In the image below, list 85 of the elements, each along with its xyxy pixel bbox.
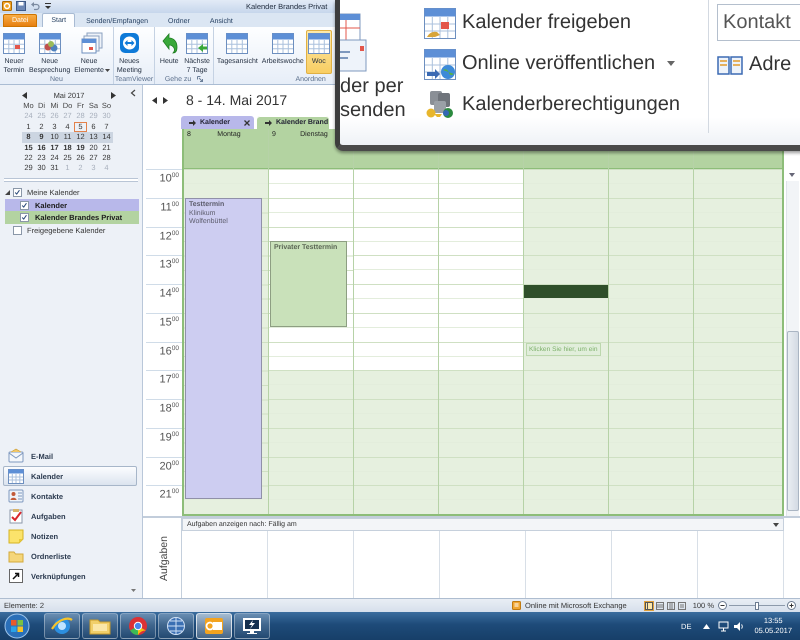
dropdown-caret-icon <box>104 69 110 74</box>
publish-calendar-button[interactable]: Online veröffentlichen <box>424 43 708 84</box>
network-icon[interactable] <box>718 620 730 632</box>
new-meeting-icon <box>38 32 61 54</box>
next-month-icon[interactable] <box>110 92 116 99</box>
time-label: 14$^{00}$ <box>160 287 179 300</box>
checkbox[interactable] <box>20 200 29 210</box>
previous-month-icon[interactable] <box>22 92 27 99</box>
tasks-icon <box>8 508 24 524</box>
checkbox[interactable] <box>13 188 22 198</box>
publish-icon <box>424 48 456 80</box>
checkbox[interactable] <box>13 226 22 235</box>
view-button[interactable] <box>644 600 654 611</box>
taskbar-button[interactable] <box>234 613 270 640</box>
scrollbar[interactable] <box>786 181 799 516</box>
save-icon[interactable] <box>16 1 26 12</box>
taskbar-button[interactable] <box>82 613 118 640</box>
start-button[interactable] <box>2 612 32 640</box>
dialog-launcher-icon[interactable] <box>197 76 204 82</box>
taskbar-button[interactable] <box>196 613 232 640</box>
shortcuts-icon <box>8 568 24 584</box>
time-label: 11$^{00}$ <box>160 201 179 214</box>
address-book-button[interactable]: Adre <box>717 53 800 76</box>
view-button[interactable] <box>654 600 665 611</box>
teamviewer-meeting-icon <box>118 32 140 54</box>
previous-week-icon[interactable] <box>152 96 157 104</box>
time-label: 17$^{00}$ <box>160 373 179 386</box>
time-slot[interactable] <box>524 284 608 298</box>
time-label: 16$^{00}$ <box>160 345 179 358</box>
reading-view-icon <box>654 600 665 611</box>
normal-view-icon <box>644 600 654 611</box>
time-label: 10$^{00}$ <box>160 172 179 185</box>
checkbox[interactable] <box>20 213 29 222</box>
overlay-arrow-icon <box>189 120 196 126</box>
list-view-icon <box>676 600 687 611</box>
configure-menu-icon[interactable] <box>131 589 136 592</box>
share-icon <box>424 6 456 38</box>
week-view-icon <box>308 32 330 54</box>
time-label: 18$^{00}$ <box>160 402 179 415</box>
exchange-icon <box>512 601 521 610</box>
zoom-slider[interactable] <box>729 602 785 610</box>
time-label: 19$^{00}$ <box>160 431 179 444</box>
expand-arrow-icon[interactable] <box>5 190 10 196</box>
taskbar-button[interactable] <box>158 613 194 640</box>
new-items-icon <box>81 32 104 54</box>
zoom-in-icon[interactable] <box>787 601 796 610</box>
time-label: 21$^{00}$ <box>160 488 179 501</box>
contacts-icon <box>8 488 24 504</box>
show-hidden-icons[interactable] <box>703 624 710 629</box>
calendar-icon <box>8 468 24 484</box>
next-7-days-icon <box>186 32 208 54</box>
address-book-icon <box>717 54 743 76</box>
notes-icon <box>8 528 24 544</box>
zoom-slider-thumb[interactable] <box>755 602 759 610</box>
time-label: 15$^{00}$ <box>160 316 179 329</box>
taskbar-button[interactable] <box>120 613 156 640</box>
dropdown-caret-icon <box>667 61 676 66</box>
new-appointment-icon <box>3 32 25 54</box>
permissions-icon <box>424 88 456 120</box>
time-label: 12$^{00}$ <box>160 230 179 243</box>
work-week-view-icon <box>272 32 294 54</box>
contact-search-field[interactable]: Kontakt <box>717 4 800 41</box>
tasks-label: Aufgaben <box>158 536 170 581</box>
outlook-icon[interactable] <box>2 1 12 12</box>
taskbar-button[interactable] <box>44 613 80 640</box>
volume-icon[interactable] <box>733 620 744 632</box>
next-week-icon[interactable] <box>163 96 168 104</box>
time-label: 13$^{00}$ <box>160 258 179 271</box>
date-range-title: 8 - 14. Mai 2017 <box>186 92 288 108</box>
overlay-arrow-icon <box>264 120 272 126</box>
undo-icon[interactable] <box>30 1 40 12</box>
permissions-calendar-button[interactable]: Kalenderberechtigungen <box>424 84 708 125</box>
mail-icon <box>8 448 24 464</box>
day-view-icon <box>226 32 248 54</box>
dropdown-caret-icon[interactable] <box>773 522 779 527</box>
view-button[interactable] <box>666 600 676 611</box>
view-button[interactable] <box>676 600 687 611</box>
time-label: 20$^{00}$ <box>160 460 179 473</box>
scrollbar-thumb[interactable] <box>787 331 799 512</box>
compact-view-icon <box>666 600 676 611</box>
share-calendar-button[interactable]: Kalender freigeben <box>424 2 708 43</box>
collapse-icon[interactable] <box>130 89 136 98</box>
zoom-out-icon[interactable] <box>718 601 727 610</box>
customize-icon[interactable] <box>44 1 52 12</box>
close-icon[interactable] <box>244 120 250 126</box>
